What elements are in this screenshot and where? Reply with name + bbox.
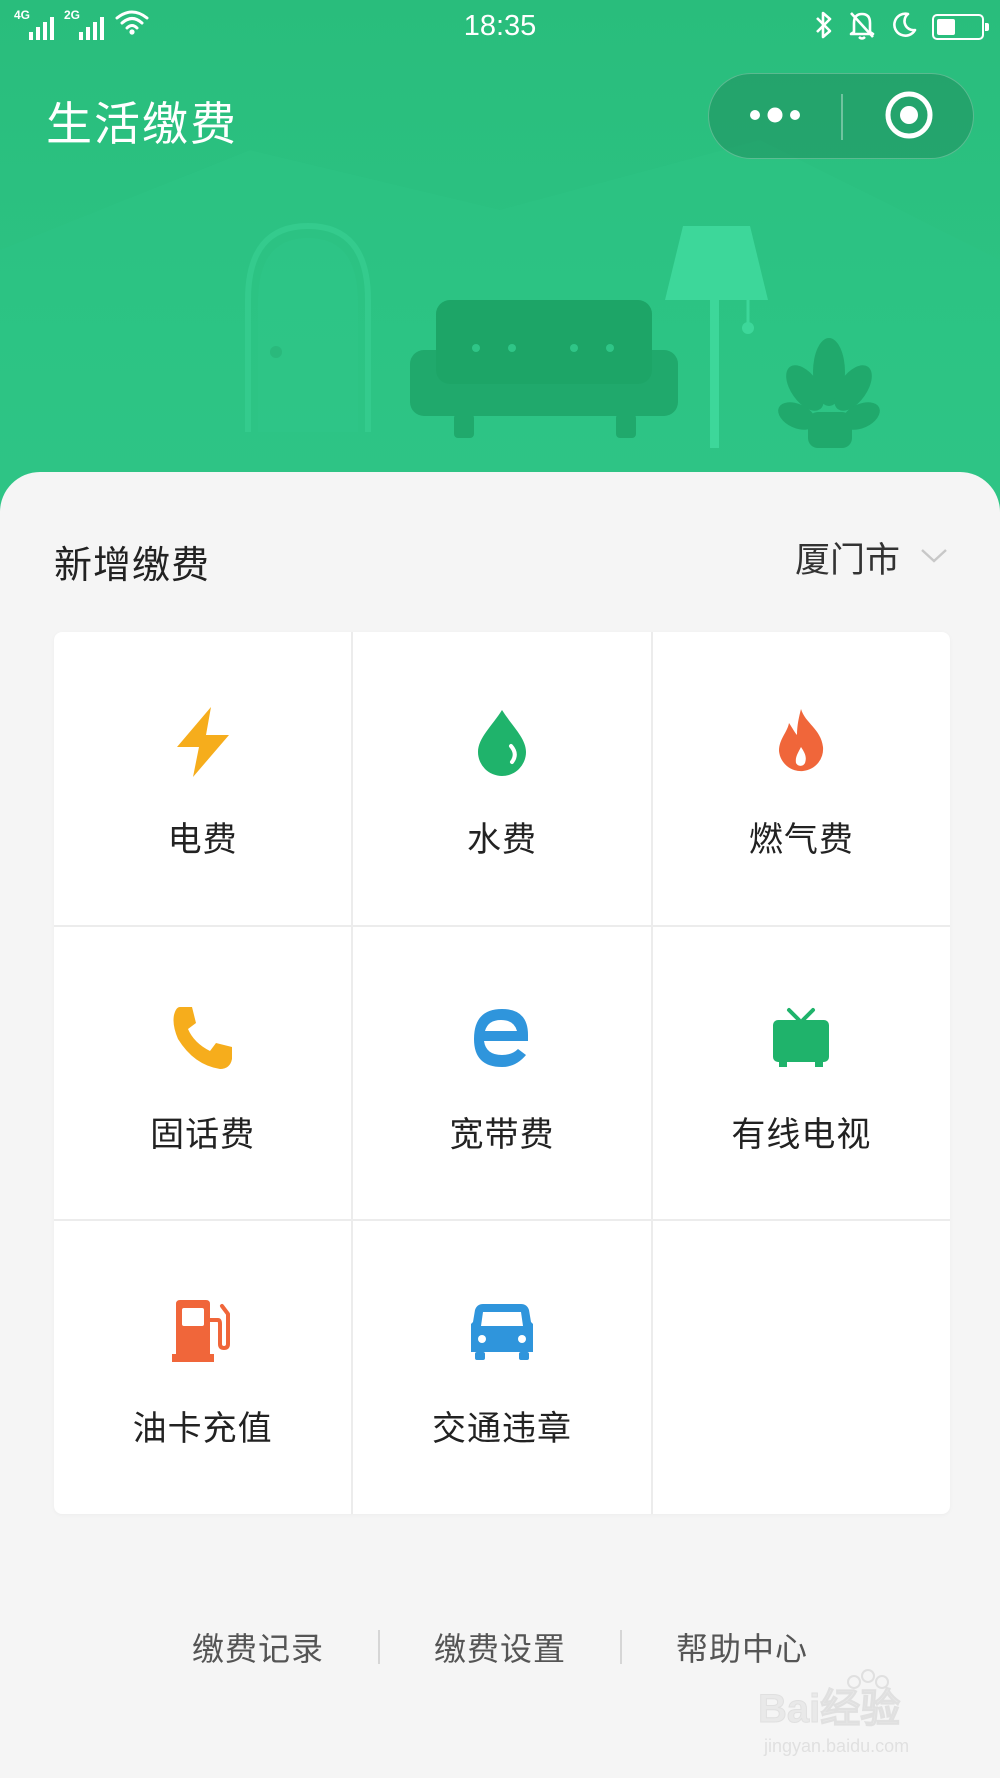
service-fuel-card[interactable]: 油卡充值	[54, 1221, 352, 1514]
main-card: 新增缴费 厦门市 电费 水费 燃气费 固话费 宽带费 有线电视 油卡充值 交通违…	[0, 472, 1000, 1778]
tv-icon	[761, 997, 841, 1077]
status-bar: 4G 2G 18:35	[0, 0, 1000, 56]
city-label: 厦门市	[794, 541, 900, 581]
service-label: 宽带费	[449, 1114, 555, 1155]
service-label: 固话费	[150, 1114, 256, 1155]
close-button[interactable]	[843, 74, 975, 160]
service-gas[interactable]: 燃气费	[652, 632, 950, 925]
car-icon	[462, 1291, 542, 1371]
page-title: 生活缴费	[46, 97, 238, 151]
water-drop-icon	[462, 702, 542, 782]
footer-link-records[interactable]: 缴费记录	[138, 1624, 378, 1670]
lightning-icon	[163, 702, 243, 782]
service-electricity[interactable]: 电费	[54, 632, 352, 925]
header-banner: 4G 2G 18:35 生活缴费	[0, 0, 1000, 520]
service-traffic-violation[interactable]: 交通违章	[353, 1221, 651, 1514]
service-label: 电费	[167, 820, 238, 860]
service-grid: 电费 水费 燃气费 固话费 宽带费 有线电视 油卡充值 交通违章	[54, 632, 950, 1514]
empty-tile	[652, 1221, 950, 1514]
fuel-pump-icon	[163, 1291, 243, 1371]
moon-icon	[890, 11, 918, 43]
baidu-jingyan-watermark: Bai经验 jingyan.baidu.com	[758, 1669, 909, 1756]
close-target-icon	[883, 89, 935, 145]
watermark-text: Bai经验	[758, 1687, 900, 1731]
footer-link-settings[interactable]: 缴费设置	[380, 1624, 620, 1670]
service-label: 有线电视	[731, 1114, 872, 1155]
service-label: 油卡充值	[132, 1409, 273, 1450]
service-broadband[interactable]: 宽带费	[353, 926, 651, 1220]
city-selector[interactable]: 厦门市	[795, 532, 948, 583]
more-button[interactable]	[709, 74, 841, 160]
battery-fill	[937, 19, 955, 35]
service-label: 交通违章	[431, 1409, 572, 1450]
service-label: 燃气费	[748, 820, 854, 860]
more-icon	[747, 105, 803, 129]
service-label: 水费	[466, 820, 537, 860]
broadband-e-icon	[462, 997, 542, 1077]
service-water[interactable]: 水费	[353, 632, 651, 925]
battery-icon	[932, 14, 989, 40]
alarm-icon	[848, 10, 876, 44]
phone-icon	[163, 997, 243, 1077]
bluetooth-icon	[814, 10, 834, 44]
flame-icon	[761, 702, 841, 782]
chevron-down-icon	[920, 548, 948, 568]
service-cable-tv[interactable]: 有线电视	[652, 926, 950, 1220]
watermark-url: jingyan.baidu.com	[763, 1736, 909, 1756]
service-landline[interactable]: 固话费	[54, 926, 352, 1220]
mini-program-capsule	[708, 73, 974, 159]
section-title: 新增缴费	[54, 543, 211, 587]
